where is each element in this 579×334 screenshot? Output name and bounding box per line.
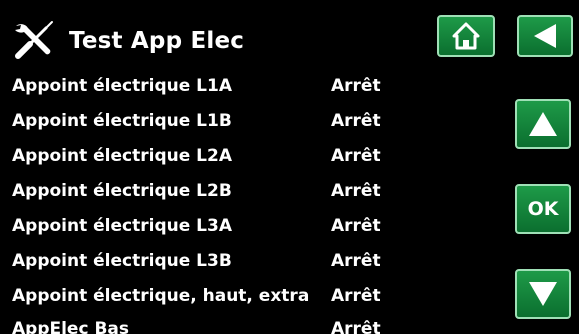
item-label: Appoint électrique, haut, extra (12, 286, 310, 306)
item-label: Appoint électrique L2A (12, 146, 232, 166)
list-item[interactable]: Appoint électrique L2B Arrêt (0, 179, 510, 205)
settings-list: Appoint électrique L1A Arrêt Appoint éle… (0, 74, 510, 334)
back-button[interactable] (517, 15, 573, 57)
ok-button[interactable]: OK (515, 184, 571, 234)
item-value: Arrêt (331, 111, 381, 131)
item-value: Arrêt (331, 76, 381, 96)
item-value: Arrêt (331, 251, 381, 271)
list-item[interactable]: Appoint électrique, haut, extra Arrêt (0, 284, 510, 310)
item-label: Appoint électrique L1A (12, 76, 232, 96)
item-label: Appoint électrique L3B (12, 251, 232, 271)
list-item[interactable]: Appoint électrique L2A Arrêt (0, 144, 510, 170)
page-title: Test App Elec (69, 28, 245, 54)
item-value: Arrêt (331, 319, 381, 334)
item-label: Appoint électrique L3A (12, 216, 232, 236)
list-item[interactable]: AppElec Bas Arrêt (0, 317, 510, 334)
list-item[interactable]: Appoint électrique L1B Arrêt (0, 109, 510, 135)
item-value: Arrêt (331, 181, 381, 201)
item-value: Arrêt (331, 216, 381, 236)
scroll-down-button[interactable] (515, 269, 571, 319)
list-item[interactable]: Appoint électrique L1A Arrêt (0, 74, 510, 100)
item-value: Arrêt (331, 286, 381, 306)
scroll-up-button[interactable] (515, 99, 571, 149)
arrow-up-icon (529, 112, 557, 136)
list-item[interactable]: Appoint électrique L3B Arrêt (0, 249, 510, 275)
item-value: Arrêt (331, 146, 381, 166)
item-label: Appoint électrique L1B (12, 111, 232, 131)
tools-icon (12, 20, 56, 60)
arrow-down-icon (529, 282, 557, 306)
item-label: Appoint électrique L2B (12, 181, 232, 201)
back-arrow-icon (534, 24, 556, 48)
home-icon (452, 22, 480, 50)
home-button[interactable] (437, 15, 495, 57)
list-item[interactable]: Appoint électrique L3A Arrêt (0, 214, 510, 240)
item-label: AppElec Bas (12, 319, 130, 334)
